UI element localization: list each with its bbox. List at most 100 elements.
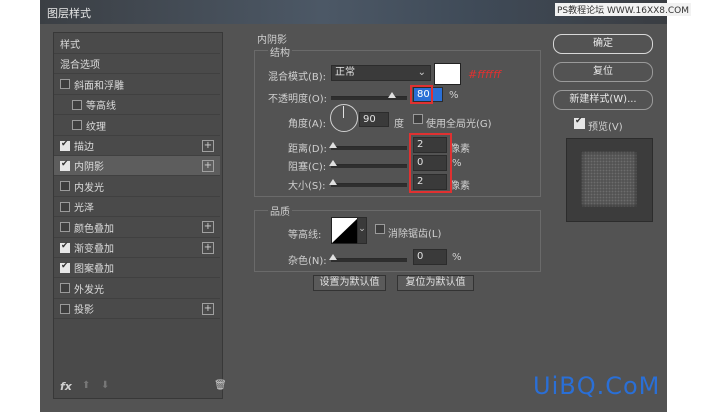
sidebar-item-checkbox[interactable] bbox=[60, 303, 70, 314]
fx-button[interactable]: fx bbox=[60, 380, 72, 393]
add-effect-icon[interactable]: + bbox=[202, 221, 214, 234]
sidebar-item[interactable]: 样式 bbox=[54, 34, 220, 54]
sidebar-item-label: 渐变叠加 bbox=[74, 244, 114, 255]
distance-label: 距离(D): bbox=[288, 144, 327, 155]
sidebar-item[interactable]: 内发光 bbox=[54, 177, 220, 197]
sidebar-item-label: 内发光 bbox=[74, 182, 104, 194]
sidebar-item-checkbox[interactable] bbox=[60, 139, 70, 151]
angle-dial-needle bbox=[343, 106, 344, 118]
angle-unit: 度 bbox=[394, 119, 404, 130]
sidebar-item-label: 样式 bbox=[60, 40, 80, 51]
opacity-label: 不透明度(O): bbox=[268, 94, 328, 105]
style-preview-swatch bbox=[581, 151, 637, 207]
size-unit: 像素 bbox=[450, 181, 470, 192]
sidebar-item-checkbox[interactable] bbox=[60, 181, 70, 192]
structure-title: 结构 bbox=[268, 44, 292, 59]
ok-button[interactable]: 确定 bbox=[553, 34, 653, 54]
angle-label: 角度(A): bbox=[288, 119, 327, 130]
noise-input[interactable]: 0 bbox=[413, 249, 447, 265]
shadow-color-swatch[interactable] bbox=[434, 63, 461, 85]
sidebar-item[interactable]: 外发光 bbox=[54, 279, 220, 299]
sidebar-item[interactable]: 描边 + bbox=[54, 136, 220, 156]
contour-curve-icon bbox=[332, 218, 358, 243]
choke-slider-thumb[interactable] bbox=[329, 160, 337, 166]
sidebar-item[interactable]: 投影 + bbox=[54, 299, 220, 320]
add-effect-icon[interactable]: + bbox=[202, 159, 214, 172]
sidebar-item[interactable]: 图案叠加 bbox=[54, 258, 220, 279]
sidebar-item-label: 描边 bbox=[74, 142, 94, 153]
noise-slider[interactable] bbox=[331, 258, 407, 262]
global-light-label: 使用全局光(G) bbox=[426, 119, 492, 130]
sidebar-item-label: 内阴影 bbox=[74, 162, 104, 174]
reset-button[interactable]: 复位 bbox=[553, 62, 653, 82]
opacity-unit: % bbox=[449, 90, 459, 101]
sidebar-item[interactable]: 等高线 bbox=[54, 95, 220, 116]
add-effect-icon[interactable]: + bbox=[202, 241, 214, 254]
distance-slider[interactable] bbox=[331, 146, 407, 150]
contour-label: 等高线: bbox=[288, 230, 322, 241]
global-light-checkbox[interactable] bbox=[413, 114, 423, 124]
sidebar-item-checkbox[interactable] bbox=[60, 241, 70, 253]
highlight-opacity bbox=[410, 85, 433, 104]
noise-unit: % bbox=[452, 252, 462, 263]
add-effect-icon[interactable]: + bbox=[202, 302, 214, 315]
distance-unit: 像素 bbox=[450, 144, 470, 155]
color-annotation: #ffffff bbox=[468, 68, 502, 81]
sidebar-item-checkbox[interactable] bbox=[60, 159, 70, 171]
set-default-button[interactable]: 设置为默认值 bbox=[313, 275, 386, 291]
sidebar-item-label: 光泽 bbox=[74, 203, 94, 215]
sidebar-item[interactable]: 颜色叠加 + bbox=[54, 218, 220, 238]
size-slider-thumb[interactable] bbox=[329, 179, 337, 185]
antialias-checkbox[interactable] bbox=[375, 224, 385, 234]
preview-label: 预览(V) bbox=[588, 122, 623, 133]
sidebar-item-checkbox[interactable] bbox=[60, 283, 70, 294]
sidebar-item[interactable]: 混合选项 bbox=[54, 54, 220, 75]
blend-mode-select[interactable]: 正常 ⌄ bbox=[331, 65, 431, 81]
add-effect-icon[interactable]: + bbox=[202, 139, 214, 152]
sidebar-item-label: 颜色叠加 bbox=[74, 223, 114, 235]
dialog-title: 图层样式 bbox=[47, 7, 91, 20]
noise-slider-thumb[interactable] bbox=[329, 254, 337, 260]
sidebar-item-checkbox[interactable] bbox=[60, 261, 70, 273]
sidebar-item-label: 图案叠加 bbox=[74, 264, 114, 276]
sidebar-item-checkbox[interactable] bbox=[72, 99, 82, 110]
noise-label: 杂色(N): bbox=[288, 256, 327, 267]
contour-picker[interactable] bbox=[331, 217, 359, 244]
sidebar-item-checkbox[interactable] bbox=[72, 120, 82, 131]
blend-mode-label: 混合模式(B): bbox=[268, 72, 327, 83]
choke-label: 阻塞(C): bbox=[288, 162, 327, 173]
sidebar-item[interactable]: 纹理 bbox=[54, 116, 220, 136]
sidebar-item-label: 混合选项 bbox=[60, 60, 100, 72]
move-up-icon[interactable]: ⬆ bbox=[82, 380, 90, 391]
sidebar-item-label: 纹理 bbox=[86, 121, 106, 133]
sidebar-item[interactable]: 渐变叠加 + bbox=[54, 238, 220, 258]
angle-input[interactable]: 90 bbox=[359, 112, 389, 127]
preview-checkbox[interactable]: ✔ bbox=[574, 116, 585, 129]
distance-slider-thumb[interactable] bbox=[329, 142, 337, 148]
sidebar-item-checkbox[interactable] bbox=[60, 222, 70, 233]
sidebar-item[interactable]: 内阴影 + bbox=[54, 156, 220, 177]
size-slider[interactable] bbox=[331, 183, 407, 187]
angle-dial[interactable] bbox=[330, 104, 358, 132]
sidebar-item-label: 投影 bbox=[74, 305, 94, 317]
antialias-label: 消除锯齿(L) bbox=[388, 229, 442, 240]
trash-icon[interactable]: 🗑 bbox=[214, 380, 227, 391]
watermark-bottom: UiBQ.CoM bbox=[533, 372, 661, 400]
watermark-top: PS教程论坛 WWW.16XX8.COM bbox=[555, 3, 692, 16]
blend-mode-value: 正常 bbox=[335, 67, 355, 78]
highlight-structure-values bbox=[409, 133, 452, 193]
reset-default-button[interactable]: 复位为默认值 bbox=[397, 275, 474, 291]
sidebar-item-checkbox[interactable] bbox=[60, 201, 70, 212]
new-style-button[interactable]: 新建样式(W)... bbox=[553, 90, 653, 110]
contour-dropdown[interactable]: ⌄ bbox=[357, 217, 367, 244]
sidebar-item-checkbox[interactable] bbox=[60, 79, 70, 90]
quality-title: 品质 bbox=[268, 203, 292, 218]
move-down-icon[interactable]: ⬇ bbox=[101, 380, 109, 391]
choke-slider[interactable] bbox=[331, 164, 407, 168]
size-label: 大小(S): bbox=[288, 181, 326, 192]
sidebar-item-label: 斜面和浮雕 bbox=[74, 80, 124, 92]
sidebar-item[interactable]: 光泽 bbox=[54, 197, 220, 218]
sidebar-item[interactable]: 斜面和浮雕 bbox=[54, 75, 220, 95]
opacity-slider-thumb[interactable] bbox=[387, 92, 396, 98]
sidebar-item-label: 外发光 bbox=[74, 284, 104, 296]
